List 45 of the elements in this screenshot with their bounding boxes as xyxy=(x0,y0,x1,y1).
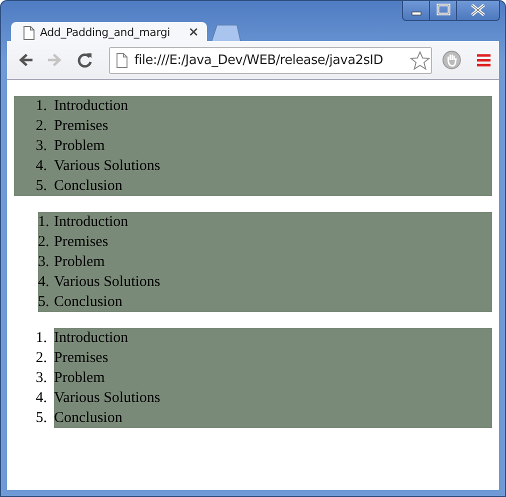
list-item: Problem xyxy=(54,369,106,388)
list-item: Premises xyxy=(54,233,110,252)
menu-icon[interactable] xyxy=(476,52,492,68)
url-text: file:///E:/Java_Dev/WEB/release/java2sID xyxy=(134,52,384,68)
list-number: 5. xyxy=(34,409,48,428)
list-item: Introduction xyxy=(54,329,130,348)
address-bar[interactable]: file:///E:/Java_Dev/WEB/release/java2sID xyxy=(109,46,432,74)
list-number: 1. xyxy=(38,213,50,232)
tab-title: Add_Padding_and_margi xyxy=(40,26,171,39)
list-item: Problem xyxy=(54,137,106,156)
close-button[interactable] xyxy=(457,1,500,21)
minimize-button[interactable] xyxy=(402,1,430,21)
list-number: 4. xyxy=(34,389,48,408)
list-number: 4. xyxy=(38,273,50,292)
list-item: Problem xyxy=(54,253,106,272)
list-item: Premises xyxy=(54,349,110,368)
list-number: 1. xyxy=(34,329,48,348)
hand-icon[interactable] xyxy=(442,50,462,70)
list-number: 3. xyxy=(34,137,48,156)
page-icon xyxy=(23,26,35,40)
tab-close-button[interactable]: × xyxy=(188,25,199,40)
list-item: Various Solutions xyxy=(54,389,160,408)
star-icon[interactable] xyxy=(410,50,430,70)
list-item: Various Solutions xyxy=(54,157,160,176)
list-item: Conclusion xyxy=(54,409,124,428)
list-item: Various Solutions xyxy=(54,273,160,292)
list-item: Conclusion xyxy=(54,293,124,312)
list-number: 2. xyxy=(34,117,48,136)
list-item: Premises xyxy=(54,117,110,136)
list-number: 3. xyxy=(34,369,48,388)
list-item: Introduction xyxy=(54,213,130,232)
browser-tab[interactable]: Add_Padding_and_margi × xyxy=(11,22,207,43)
list-number: 3. xyxy=(38,253,50,272)
list-number: 2. xyxy=(34,349,48,368)
list-item: Conclusion xyxy=(54,177,124,196)
back-arrow-icon[interactable] xyxy=(17,51,34,69)
list-number: 4. xyxy=(34,157,48,176)
list-number: 1. xyxy=(34,97,48,116)
list-number: 5. xyxy=(34,177,48,196)
maximize-button[interactable] xyxy=(430,1,457,21)
page-icon xyxy=(116,52,128,68)
list-number: 2. xyxy=(38,233,50,252)
list-number: 5. xyxy=(38,293,50,312)
list-item: Introduction xyxy=(54,97,130,116)
reload-icon[interactable] xyxy=(76,51,94,69)
